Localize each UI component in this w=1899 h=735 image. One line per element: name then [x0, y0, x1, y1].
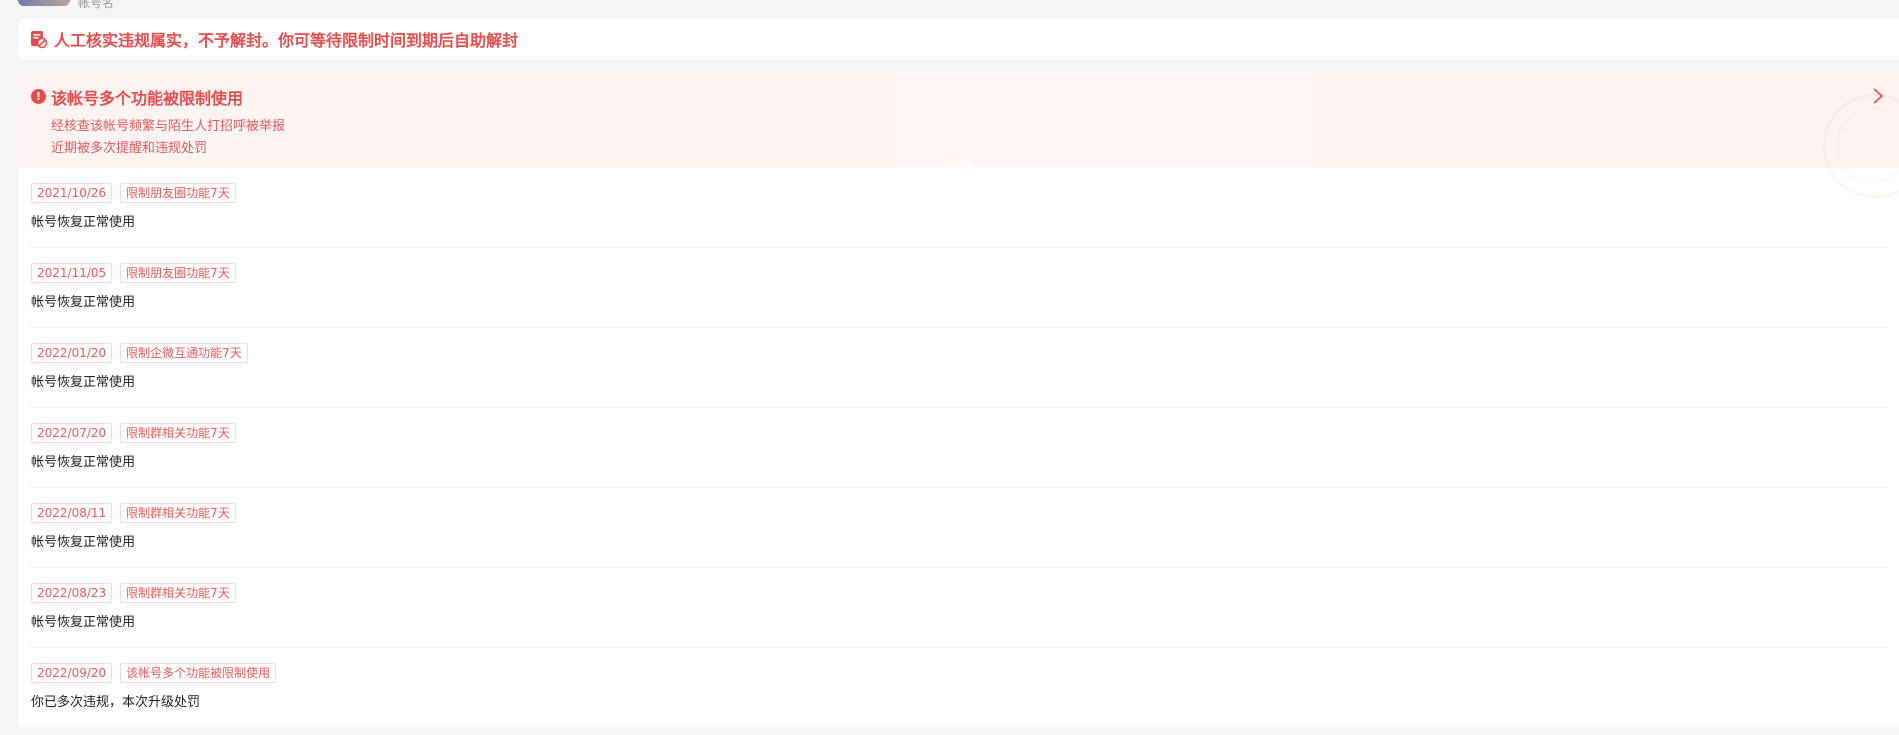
account-name: 帐号名	[78, 0, 115, 10]
restriction-tag: 限制群相关功能7天	[120, 503, 236, 523]
date-tag: 2022/01/20	[31, 343, 113, 363]
document-ban-icon	[31, 31, 48, 49]
alert-reason: 经核查该帐号频繁与陌生人打招呼被举报	[51, 119, 286, 134]
record-status: 帐号恢复正常使用	[31, 375, 136, 390]
list-item: 2022/07/20 限制群相关功能7天 帐号恢复正常使用	[30, 408, 1887, 488]
date-tag: 2022/08/23	[31, 583, 113, 603]
record-status: 帐号恢复正常使用	[31, 295, 136, 310]
list-item: 2022/01/20 限制企微互通功能7天 帐号恢复正常使用	[30, 328, 1887, 408]
list-item: 2021/10/26 限制朋友圈功能7天 帐号恢复正常使用	[30, 168, 1887, 248]
restriction-tag: 限制群相关功能7天	[120, 423, 236, 443]
avatar	[18, 0, 70, 6]
list-item: 2022/09/20 该帐号多个功能被限制使用 你已多次违规，本次升级处罚	[30, 648, 1887, 727]
alert-history: 近期被多次提醒和违规处罚	[51, 141, 208, 156]
alert-title: 该帐号多个功能被限制使用	[51, 89, 244, 108]
verdict-text: 人工核实违规属实，不予解封。你可等待限制时间到期后自助解封	[54, 31, 519, 50]
restriction-tag: 该帐号多个功能被限制使用	[120, 663, 277, 683]
record-status: 帐号恢复正常使用	[31, 215, 136, 230]
record-status: 你已多次违规，本次升级处罚	[31, 695, 201, 710]
restriction-tag: 限制企微互通功能7天	[120, 343, 248, 363]
exclamation-circle-icon: !	[31, 89, 46, 104]
restriction-tag: 限制朋友圈功能7天	[120, 263, 236, 283]
pointer-notch	[956, 159, 974, 168]
restriction-tag: 限制群相关功能7天	[120, 583, 236, 603]
list-item: 2021/11/05 限制朋友圈功能7天 帐号恢复正常使用	[30, 248, 1887, 328]
record-status: 帐号恢复正常使用	[31, 615, 136, 630]
record-status: 帐号恢复正常使用	[31, 455, 136, 470]
restriction-alert[interactable]: ! 该帐号多个功能被限制使用 经核查该帐号频繁与陌生人打招呼被举报 近期被多次提…	[18, 72, 1899, 198]
date-tag: 2021/10/26	[31, 183, 113, 203]
record-status: 帐号恢复正常使用	[31, 535, 136, 550]
restriction-card: ! 该帐号多个功能被限制使用 经核查该帐号频繁与陌生人打招呼被举报 近期被多次提…	[18, 72, 1899, 727]
restriction-history-list: 2021/10/26 限制朋友圈功能7天 帐号恢复正常使用 2021/11/05…	[18, 168, 1899, 727]
date-tag: 2022/08/11	[31, 503, 113, 523]
date-tag: 2022/09/20	[31, 663, 113, 683]
verdict-banner: 人工核实违规属实，不予解封。你可等待限制时间到期后自助解封	[18, 19, 1899, 59]
restriction-tag: 限制朋友圈功能7天	[120, 183, 236, 203]
list-item: 2022/08/11 限制群相关功能7天 帐号恢复正常使用	[30, 488, 1887, 568]
list-item: 2022/08/23 限制群相关功能7天 帐号恢复正常使用	[30, 568, 1887, 648]
date-tag: 2021/11/05	[31, 263, 113, 283]
date-tag: 2022/07/20	[31, 423, 113, 443]
